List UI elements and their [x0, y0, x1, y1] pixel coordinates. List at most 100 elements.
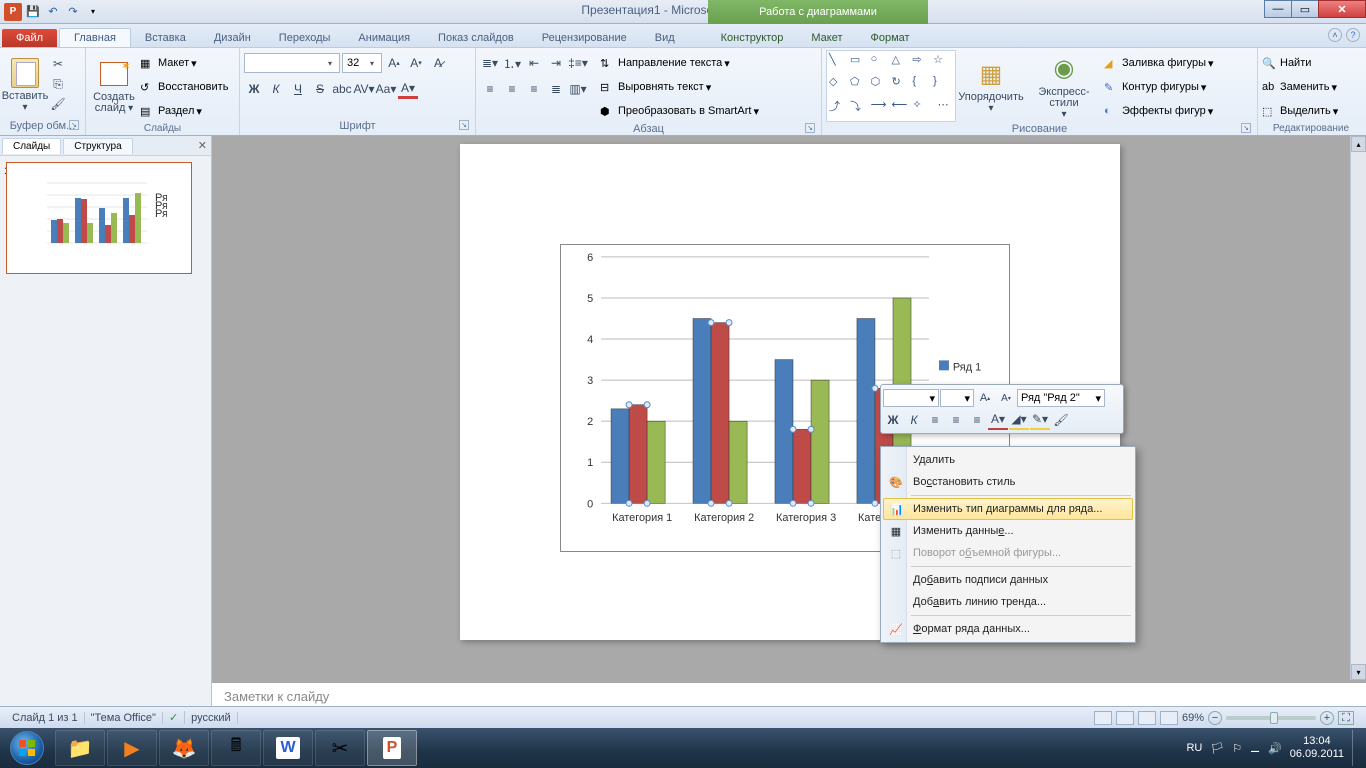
align-center-button[interactable]: ≡ — [502, 79, 522, 99]
tray-volume-icon[interactable]: 🔊 — [1268, 742, 1282, 755]
align-left-button[interactable]: ≡ — [480, 79, 500, 99]
numbering-button[interactable]: ⒈▾ — [502, 53, 522, 73]
tab-animation[interactable]: Анимация — [344, 29, 424, 47]
clear-format-icon[interactable]: A̷ — [428, 53, 448, 73]
tab-chart-layout[interactable]: Макет — [797, 29, 856, 47]
slideshow-view-button[interactable] — [1160, 711, 1178, 725]
minimize-ribbon-icon[interactable]: ˄ — [1328, 28, 1342, 42]
mini-format-painter-icon[interactable]: 🖌 — [1051, 410, 1071, 430]
mini-growfont-icon[interactable]: A▴ — [975, 388, 995, 408]
align-text-button[interactable]: ⊟Выровнять текст ▾ — [600, 76, 759, 98]
replace-button[interactable]: abЗаменить ▾ — [1262, 76, 1360, 98]
show-desktop-button[interactable] — [1352, 730, 1360, 766]
undo-icon[interactable]: ↶ — [44, 3, 62, 21]
tab-slideshow[interactable]: Показ слайдов — [424, 29, 528, 47]
minimize-button[interactable]: — — [1264, 0, 1292, 18]
strike-button[interactable]: S — [310, 79, 330, 99]
bold-button[interactable]: Ж — [244, 79, 264, 99]
mini-shrinkfont-icon[interactable]: A▾ — [996, 388, 1016, 408]
tray-network-icon[interactable]: ⚊ — [1250, 742, 1260, 755]
mini-outline-button[interactable]: ✎▾ — [1030, 410, 1050, 430]
tray-flag-icon[interactable]: 🏳 — [1210, 742, 1224, 755]
task-word[interactable]: W — [263, 730, 313, 766]
spacing-button[interactable]: AV▾ — [354, 79, 374, 99]
reading-view-button[interactable] — [1138, 711, 1156, 725]
status-spellcheck-icon[interactable]: ✓ — [163, 711, 185, 724]
tray-action-center-icon[interactable]: ⚐ — [1232, 742, 1242, 755]
italic-button[interactable]: К — [266, 79, 286, 99]
grow-font-icon[interactable]: A▴ — [384, 53, 404, 73]
tab-transitions[interactable]: Переходы — [265, 29, 345, 47]
font-size-combo[interactable]: 32▾ — [342, 53, 382, 73]
ctx-edit-data[interactable]: ▦Изменить данные... — [883, 520, 1133, 542]
mini-fontcolor-button[interactable]: A▾ — [988, 410, 1008, 430]
vertical-scrollbar[interactable]: ▴ ▾ — [1350, 136, 1366, 680]
layout-button[interactable]: ▦Макет ▾ — [140, 52, 228, 74]
shape-arrow-icon[interactable]: ⇨ — [912, 53, 932, 74]
ctx-format-series[interactable]: 📈Формат ряда данных... — [883, 618, 1133, 640]
tab-view[interactable]: Вид — [641, 29, 689, 47]
shrink-font-icon[interactable]: A▾ — [406, 53, 426, 73]
task-snipping[interactable]: ✂ — [315, 730, 365, 766]
shape-outline-button[interactable]: ✎Контур фигуры ▾ — [1104, 76, 1214, 98]
font-family-combo[interactable]: ▾ — [244, 53, 340, 73]
copy-icon[interactable]: ⎘ — [48, 74, 68, 94]
maximize-button[interactable]: ▭ — [1291, 0, 1319, 18]
columns-button[interactable]: ▥▾ — [568, 79, 588, 99]
scroll-up-icon[interactable]: ▴ — [1351, 136, 1366, 152]
task-calculator[interactable]: 🖩 — [211, 730, 261, 766]
section-button[interactable]: ▤Раздел ▾ — [140, 100, 228, 122]
status-language[interactable]: русский — [185, 712, 237, 724]
ctx-reset-style[interactable]: 🎨Восстановить стиль — [883, 471, 1133, 493]
text-direction-button[interactable]: ⇅Направление текста ▾ — [600, 52, 759, 74]
save-icon[interactable]: 💾 — [24, 3, 42, 21]
reset-button[interactable]: ↺Восстановить — [140, 76, 228, 98]
format-painter-icon[interactable]: 🖌 — [48, 94, 68, 114]
slides-tab[interactable]: Слайды — [2, 138, 61, 154]
ctx-change-chart-type[interactable]: 📊Изменить тип диаграммы для ряда... — [883, 498, 1133, 520]
indent-inc-button[interactable]: ⇥ — [546, 53, 566, 73]
redo-icon[interactable]: ↷ — [64, 3, 82, 21]
shapes-gallery[interactable]: ╲▭○△⇨☆ ◇⬠⬡↻{} ⤴⤵⟶⟵✧⋯ — [826, 50, 956, 122]
app-icon[interactable]: P — [4, 3, 22, 21]
font-color-button[interactable]: A▾ — [398, 79, 418, 99]
shape-fill-button[interactable]: ◢Заливка фигуры ▾ — [1104, 52, 1214, 74]
shape-star-icon[interactable]: ☆ — [933, 53, 953, 74]
ctx-delete[interactable]: Удалить — [883, 449, 1133, 471]
mini-align-right-button[interactable]: ≡ — [967, 410, 987, 430]
quick-styles-button[interactable]: ◉ Экспресс-стили▾ — [1026, 50, 1102, 122]
task-firefox[interactable]: 🦊 — [159, 730, 209, 766]
task-powerpoint[interactable]: P — [367, 730, 417, 766]
shape-rect-icon[interactable]: ▭ — [850, 53, 870, 74]
close-button[interactable]: ✕ — [1318, 0, 1366, 18]
start-button[interactable] — [0, 728, 54, 768]
shape-oval-icon[interactable]: ○ — [871, 53, 891, 74]
mini-font-combo[interactable]: ▾ — [883, 389, 939, 407]
font-launcher[interactable]: ↘ — [459, 120, 469, 130]
cut-icon[interactable]: ✂ — [48, 54, 68, 74]
edit-area[interactable]: Категория 1Категория 2Категория 3Категор… — [212, 136, 1366, 728]
align-right-button[interactable]: ≡ — [524, 79, 544, 99]
smartart-button[interactable]: ⬢Преобразовать в SmartArt ▾ — [600, 100, 759, 122]
qat-more-icon[interactable]: ▾ — [84, 3, 102, 21]
justify-button[interactable]: ≣ — [546, 79, 566, 99]
indent-dec-button[interactable]: ⇤ — [524, 53, 544, 73]
mini-fill-button[interactable]: ◢▾ — [1009, 410, 1029, 430]
normal-view-button[interactable] — [1094, 711, 1112, 725]
shape-effects-button[interactable]: ◐Эффекты фигур ▾ — [1104, 100, 1214, 122]
mini-series-combo[interactable]: Ряд "Ряд 2"▾ — [1017, 389, 1105, 407]
mini-italic-button[interactable]: К — [904, 410, 924, 430]
tab-chart-design[interactable]: Конструктор — [707, 29, 798, 47]
tab-insert[interactable]: Вставка — [131, 29, 200, 47]
task-mediaplayer[interactable]: ▶ — [107, 730, 157, 766]
find-button[interactable]: 🔍Найти — [1262, 52, 1360, 74]
shape-triangle-icon[interactable]: △ — [892, 53, 912, 74]
zoom-out-button[interactable]: − — [1208, 711, 1222, 725]
sorter-view-button[interactable] — [1116, 711, 1134, 725]
tab-design[interactable]: Дизайн — [200, 29, 265, 47]
mini-bold-button[interactable]: Ж — [883, 410, 903, 430]
zoom-slider[interactable] — [1226, 716, 1316, 720]
tray-clock[interactable]: 13:0406.09.2011 — [1290, 735, 1344, 761]
outline-tab[interactable]: Структура — [63, 138, 132, 154]
paste-button[interactable]: Вставить▾ — [4, 50, 46, 119]
